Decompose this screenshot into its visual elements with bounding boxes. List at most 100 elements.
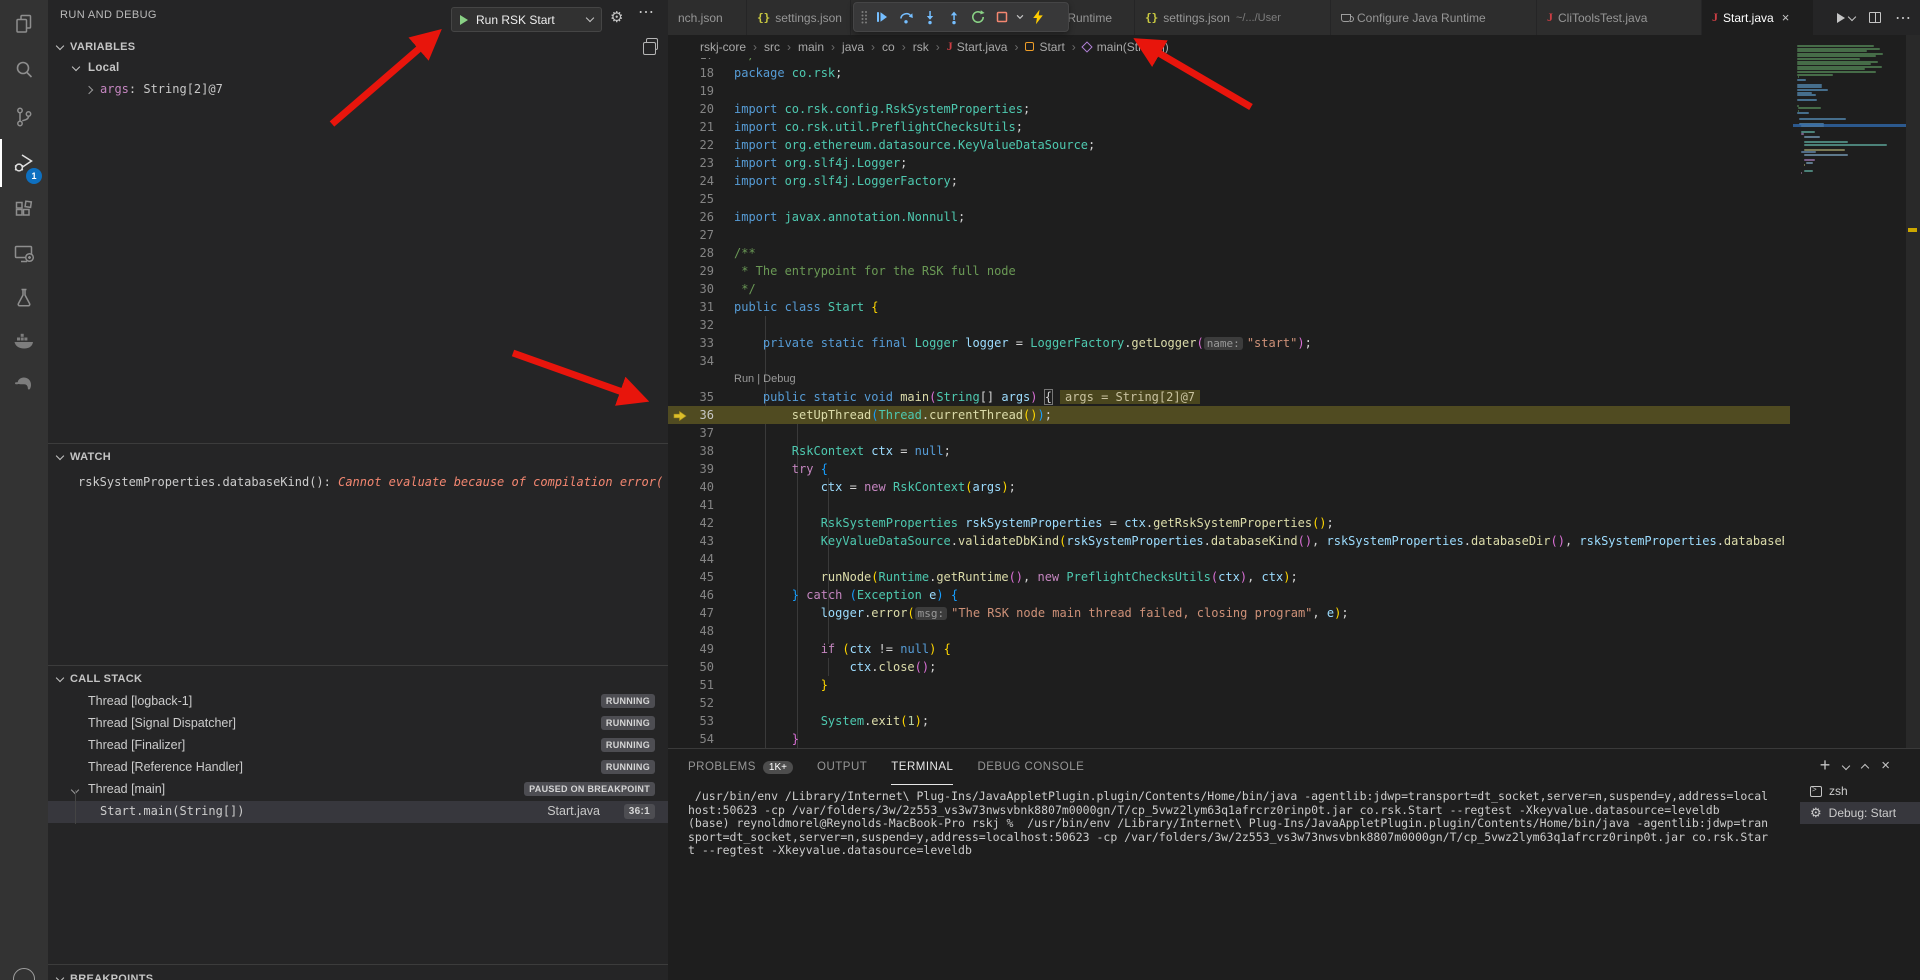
tab-clitoolstest-java[interactable]: JCliToolsTest.java (1537, 0, 1702, 35)
tab-settings-json[interactable]: {}settings.json~/.../User (1135, 0, 1331, 35)
hot-code-replace-icon[interactable] (1026, 5, 1050, 29)
breadcrumb-item[interactable]: rskj-core (700, 40, 746, 54)
code-line[interactable]: 20import co.rsk.config.RskSystemProperti… (668, 100, 1790, 118)
code-line[interactable]: 43 KeyValueDataSource.validateDbKind(rsk… (668, 532, 1790, 550)
breadcrumb-item[interactable]: java (842, 40, 864, 54)
code-line[interactable]: 48 (668, 622, 1790, 640)
maximize-panel-icon[interactable] (1861, 763, 1869, 771)
search-icon[interactable] (12, 58, 36, 82)
breadcrumb-item[interactable]: co (882, 40, 895, 54)
code-line[interactable]: 33 private static final Logger logger = … (668, 334, 1790, 352)
call-stack-thread[interactable]: Thread [Signal Dispatcher]RUNNING (48, 713, 668, 735)
tab-nch-json[interactable]: nch.json (668, 0, 747, 35)
code-line[interactable]: 41 (668, 496, 1790, 514)
step-over-icon[interactable] (894, 5, 918, 29)
code-line[interactable]: 51 } (668, 676, 1790, 694)
code-line[interactable]: 22import org.ethereum.datasource.KeyValu… (668, 136, 1790, 154)
variable-row-args[interactable]: args: String[2]@7 (48, 79, 668, 101)
extensions-icon[interactable] (12, 198, 36, 222)
stack-frame-row[interactable]: Start.main(String[])Start.java36:1 (48, 801, 668, 823)
code-line[interactable]: 31public class Start { (668, 298, 1790, 316)
explorer-icon[interactable] (12, 12, 36, 36)
code-line[interactable]: 37 (668, 424, 1790, 442)
breadcrumb-item[interactable]: JStart.java (947, 39, 1008, 54)
gradle-icon[interactable] (12, 373, 36, 397)
code-line[interactable]: 18package co.rsk; (668, 64, 1790, 82)
code-line[interactable]: 45 runNode(Runtime.getRuntime(), new Pre… (668, 568, 1790, 586)
code-line[interactable]: 40 ctx = new RskContext(args); (668, 478, 1790, 496)
stop-icon[interactable] (990, 5, 1014, 29)
code-line[interactable]: 38 RskContext ctx = null; (668, 442, 1790, 460)
session-debug-start[interactable]: ⚙Debug: Start (1800, 802, 1920, 824)
code-line[interactable]: 53 System.exit(1); (668, 712, 1790, 730)
stop-dropdown-icon[interactable] (1014, 5, 1026, 29)
panel-tab-problems[interactable]: PROBLEMS1K+ (688, 749, 793, 785)
code-line[interactable]: 32 (668, 316, 1790, 334)
more-actions-icon[interactable]: ⋯ (638, 2, 655, 22)
call-stack-thread[interactable]: Thread [Finalizer]RUNNING (48, 735, 668, 757)
code-line[interactable]: 29 * The entrypoint for the RSK full nod… (668, 262, 1790, 280)
terminal-output[interactable]: /usr/bin/env /Library/Internet\ Plug-Ins… (688, 790, 1793, 858)
panel-tab-debug-console[interactable]: DEBUG CONSOLE (977, 749, 1084, 785)
code-line[interactable]: 36 setUpThread(Thread.currentThread()); (668, 406, 1790, 424)
close-panel-icon[interactable]: × (1881, 757, 1890, 774)
watch-section-header[interactable]: WATCH (48, 446, 668, 468)
code-line[interactable]: 39 try { (668, 460, 1790, 478)
codelens-run-debug[interactable]: Run | Debug (734, 370, 796, 388)
code-line[interactable]: 23import org.slf4j.Logger; (668, 154, 1790, 172)
call-stack-thread[interactable]: Thread [Reference Handler]RUNNING (48, 757, 668, 779)
new-terminal-icon[interactable]: + (1820, 755, 1831, 776)
breadcrumb-item[interactable]: main(String[]) (1083, 40, 1169, 54)
code-line[interactable]: 49 if (ctx != null) { (668, 640, 1790, 658)
code-line[interactable]: 54 } (668, 730, 1790, 748)
breadcrumb-item[interactable]: src (764, 40, 780, 54)
more-actions-icon[interactable]: ⋯ (1895, 8, 1912, 28)
run-java-button[interactable] (1837, 13, 1855, 23)
code-line[interactable]: 52 (668, 694, 1790, 712)
breadcrumb-item[interactable]: Start (1025, 40, 1064, 54)
call-stack-thread[interactable]: Thread [logback-1]RUNNING (48, 691, 668, 713)
variables-section-header[interactable]: VARIABLES (48, 36, 668, 58)
chevron-down-icon[interactable] (1842, 761, 1850, 769)
continue-icon[interactable] (870, 5, 894, 29)
code-line[interactable]: 30 */ (668, 280, 1790, 298)
session-zsh[interactable]: zsh (1800, 780, 1920, 802)
launch-config-button[interactable]: Run RSK Start (451, 7, 602, 32)
remote-explorer-icon[interactable] (12, 242, 36, 266)
code-line[interactable]: 19 (668, 82, 1790, 100)
gear-icon[interactable]: ⚙ (610, 8, 623, 26)
code-line[interactable]: 44 (668, 550, 1790, 568)
code-line[interactable]: 25 (668, 190, 1790, 208)
code-line[interactable]: 50 ctx.close(); (668, 658, 1790, 676)
code-line[interactable]: 42 RskSystemProperties rskSystemProperti… (668, 514, 1790, 532)
code-line[interactable]: 28/** (668, 244, 1790, 262)
code-editor[interactable]: 17 */18package co.rsk;1920import co.rsk.… (668, 58, 1920, 748)
step-into-icon[interactable] (918, 5, 942, 29)
code-line[interactable]: 24import org.slf4j.LoggerFactory; (668, 172, 1790, 190)
account-icon[interactable] (13, 968, 35, 980)
tab-start-java[interactable]: JStart.java× (1702, 0, 1814, 35)
code-line[interactable]: 35 public static void main(String[] args… (668, 388, 1790, 406)
minimap[interactable] (1793, 35, 1906, 748)
toolbar-drag-grip[interactable] (858, 5, 870, 29)
code-line[interactable]: 27 (668, 226, 1790, 244)
code-line[interactable]: 34 (668, 352, 1790, 370)
breadcrumb[interactable]: rskj-core›src›main›java›co›rsk›JStart.ja… (668, 35, 1920, 58)
watch-expression-row[interactable]: rskSystemProperties.databaseKind(): Cann… (48, 472, 668, 494)
split-editor-icon[interactable] (1869, 12, 1881, 23)
docker-icon[interactable] (12, 329, 36, 353)
breadcrumb-item[interactable]: rsk (913, 40, 929, 54)
tab-configure-java-runtime[interactable]: Configure Java Runtime (1331, 0, 1537, 35)
code-line[interactable]: 46 } catch (Exception e) { (668, 586, 1790, 604)
editor-scrollbar[interactable] (1906, 35, 1920, 748)
testing-icon[interactable] (12, 286, 36, 310)
code-line[interactable]: 47 logger.error(msg:"The RSK node main t… (668, 604, 1790, 622)
breadcrumb-item[interactable]: main (798, 40, 824, 54)
close-icon[interactable]: × (1782, 10, 1790, 25)
panel-tab-output[interactable]: OUTPUT (817, 749, 867, 785)
variables-scope-local[interactable]: Local (48, 57, 668, 79)
call-stack-thread[interactable]: Thread [main]PAUSED ON BREAKPOINT (48, 779, 668, 801)
step-out-icon[interactable] (942, 5, 966, 29)
tab-settings-json[interactable]: {}settings.json (747, 0, 851, 35)
code-line[interactable]: 21import co.rsk.util.PreflightChecksUtil… (668, 118, 1790, 136)
